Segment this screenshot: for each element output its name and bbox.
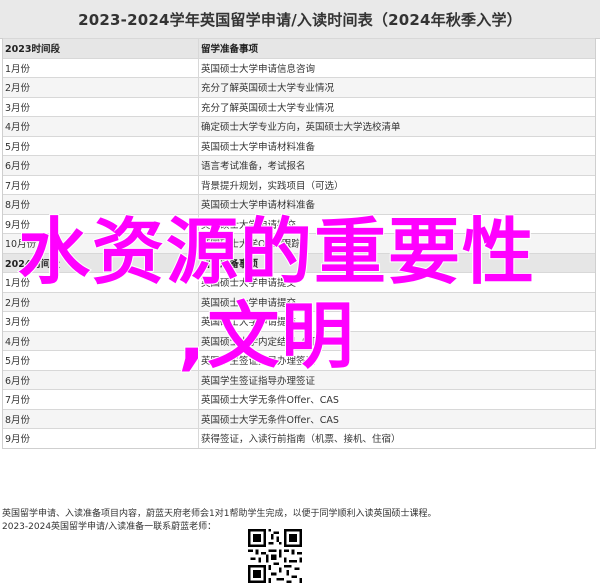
period-cell: 9月份	[3, 429, 199, 448]
period-cell: 4月份	[3, 331, 199, 350]
table-row: 8月份 英国硕士大学无条件Offer、CAS	[3, 408, 595, 428]
task-cell: 英国硕士大学无条件Offer、CAS	[201, 395, 339, 407]
task-cell: 背景提升规划，实践项目（可选）	[201, 180, 344, 192]
table-row: 5月份 英国硕士大学申请材料准备	[3, 135, 595, 155]
period-cell: 7月份	[3, 175, 199, 194]
table-row: 7月份 英国硕士大学无条件Offer、CAS	[3, 389, 595, 409]
period-cell: 3月份	[3, 97, 199, 116]
page: 2023-2024学年英国留学申请/入读时间表（2024年秋季入学） 2023时…	[0, 0, 600, 584]
table-row: 6月份 语言考试准备，考试报名	[3, 155, 595, 175]
table-header-2023: 2023时间段 留学准备事项	[3, 38, 595, 58]
overlay-subline: ,文明	[177, 294, 356, 378]
period-cell: 5月份	[3, 351, 199, 370]
period-cell: 3月份	[3, 312, 199, 331]
table-row: 2月份 充分了解英国硕士大学专业情况	[3, 77, 595, 97]
period-cell: 5月份	[3, 136, 199, 155]
task-cell: 英国硕士大学无条件Offer、CAS	[201, 414, 339, 426]
task-cell: 充分了解英国硕士大学专业情况	[201, 102, 335, 114]
task-cell: 充分了解英国硕士大学专业情况	[201, 83, 335, 95]
task-cell: 英国硕士大学申请材料准备	[201, 141, 316, 153]
table-row: 4月份 确定硕士大学专业方向，英国硕士大学选校清单	[3, 116, 595, 136]
header-period: 2023时间段	[3, 39, 199, 58]
task-cell: 语言考试准备，考试报名	[201, 161, 306, 173]
period-cell: 2月份	[3, 78, 199, 97]
header-task: 留学准备事项	[201, 44, 259, 56]
table-row: 7月份 背景提升规划，实践项目（可选）	[3, 174, 595, 194]
period-cell: 7月份	[3, 390, 199, 409]
task-cell: 确定硕士大学专业方向，英国硕士大学选校清单	[201, 122, 401, 134]
table-row: 1月份 英国硕士大学申请信息咨询	[3, 57, 595, 77]
period-cell: 8月份	[3, 409, 199, 428]
period-cell: 2月份	[3, 292, 199, 311]
table-row: 9月份 获得签证，入读行前指南（机票、接机、住宿）	[3, 428, 595, 448]
task-cell: 获得签证，入读行前指南（机票、接机、住宿）	[201, 434, 401, 446]
task-cell: 英国硕士大学申请信息咨询	[201, 63, 316, 75]
overlay-headline: 水资源的重要性	[17, 210, 537, 294]
period-cell: 1月份	[3, 58, 199, 77]
period-cell: 6月份	[3, 156, 199, 175]
footer-line-1: 英国留学申请、入读准备项目内容，蔚蓝天府老师会1对1帮助学生完成，以便于同学顺利…	[2, 509, 437, 519]
qr-code-icon	[248, 529, 302, 583]
page-title: 2023-2024学年英国留学申请/入读时间表（2024年秋季入学）	[0, 0, 600, 39]
period-cell: 6月份	[3, 370, 199, 389]
period-cell: 4月份	[3, 117, 199, 136]
table-row: 3月份 充分了解英国硕士大学专业情况	[3, 96, 595, 116]
